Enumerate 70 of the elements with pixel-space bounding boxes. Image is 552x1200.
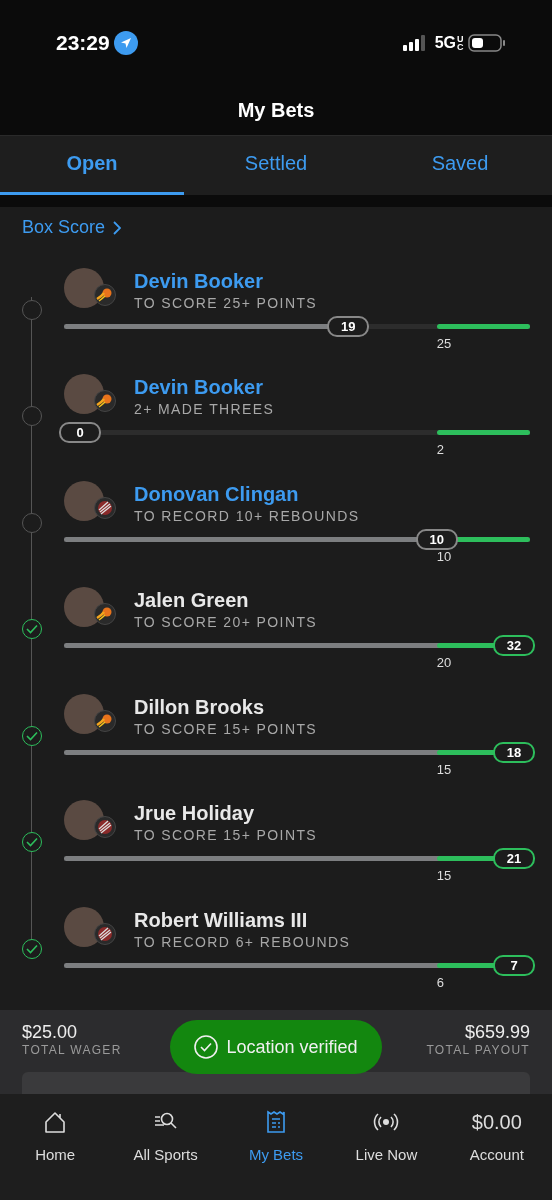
signal-icon <box>402 35 427 51</box>
check-circle-icon <box>194 1035 219 1060</box>
player-photo-placeholder <box>64 693 104 734</box>
current-value: 7 <box>493 954 535 976</box>
target-value: 25 <box>436 335 452 351</box>
target-value: 10 <box>436 548 452 564</box>
payout-amount: $659.99 <box>463 1022 530 1044</box>
current-value: 32 <box>493 635 535 657</box>
nav-label: Home <box>35 1146 76 1164</box>
target-value: 6 <box>436 974 445 990</box>
clock-time: 23:29 <box>56 31 110 55</box>
player-photo-placeholder <box>64 480 104 521</box>
player-name[interactable]: Devin Booker <box>134 375 275 400</box>
target-value: 20 <box>436 655 452 671</box>
player-name[interactable]: Dillon Brooks <box>134 694 318 719</box>
nav-item[interactable]: Live Now <box>331 1108 442 1200</box>
player-photo-placeholder <box>64 374 104 415</box>
player-name[interactable]: Devin Booker <box>134 268 318 293</box>
nav-item[interactable]: Home <box>0 1108 111 1200</box>
bet-market: TO RECORD 10+ REBOUNDS <box>134 507 360 524</box>
nav-label: All Sports <box>133 1146 198 1164</box>
player-photo-placeholder <box>64 906 104 947</box>
battery-icon <box>468 34 506 52</box>
tab[interactable]: Open <box>0 135 184 195</box>
pinwheel-logo-icon <box>94 816 116 839</box>
wager-amount: $25.00 <box>22 1022 79 1044</box>
nav-label: Live Now <box>355 1146 418 1164</box>
bet-market: TO SCORE 25+ POINTS <box>134 294 318 311</box>
player-photo-placeholder <box>64 587 104 628</box>
bet-market: TO SCORE 20+ POINTS <box>134 614 318 631</box>
player-name[interactable]: Donovan Clingan <box>134 481 360 506</box>
tab[interactable]: Saved <box>368 135 552 195</box>
network-suffix: UC <box>457 34 462 52</box>
nav-label: My Bets <box>248 1146 304 1164</box>
player-name[interactable]: Jrue Holiday <box>134 801 318 826</box>
bet-market: TO RECORD 6+ REBOUNDS <box>134 933 351 950</box>
current-value: 10 <box>415 528 458 550</box>
sun-logo-icon <box>94 603 116 626</box>
bet-market: TO SCORE 15+ POINTS <box>134 720 318 737</box>
bet-market: TO SCORE 15+ POINTS <box>134 827 318 844</box>
player-name[interactable]: Robert Williams III <box>134 907 351 932</box>
current-value: 19 <box>327 315 370 337</box>
toast-text: Location verified <box>226 1036 358 1058</box>
sun-logo-icon <box>94 283 116 306</box>
player-photo-placeholder <box>64 800 104 841</box>
target-value: 2 <box>436 442 445 458</box>
sun-logo-icon <box>94 390 116 413</box>
wager-label: TOTAL WAGER <box>22 1043 122 1058</box>
player-name[interactable]: Jalen Green <box>134 588 318 613</box>
player-photo-placeholder <box>64 267 104 308</box>
nav-item[interactable]: All Sports <box>110 1108 221 1200</box>
nav-item[interactable]: $0.00 Account <box>441 1108 552 1200</box>
balance-amount: $0.00 <box>471 1110 522 1136</box>
payout-label: TOTAL PAYOUT <box>426 1043 530 1058</box>
bet-market: 2+ MADE THREES <box>134 401 275 418</box>
network-label: 5G <box>434 34 456 52</box>
chevron-right-icon <box>113 220 122 235</box>
current-value: 21 <box>493 848 535 870</box>
current-value: 0 <box>59 422 101 444</box>
box-score-link[interactable]: Box Score <box>22 216 122 239</box>
current-value: 18 <box>493 741 535 763</box>
target-value: 15 <box>436 868 452 884</box>
sun-logo-icon <box>94 709 116 732</box>
nav-item[interactable]: My Bets <box>220 1108 332 1200</box>
target-value: 15 <box>436 761 452 777</box>
pinwheel-logo-icon <box>94 922 116 945</box>
tab[interactable]: Settled <box>184 135 368 195</box>
pinwheel-logo-icon <box>94 496 116 519</box>
page-title: My Bets <box>237 98 315 122</box>
nav-label: Account <box>469 1146 524 1164</box>
